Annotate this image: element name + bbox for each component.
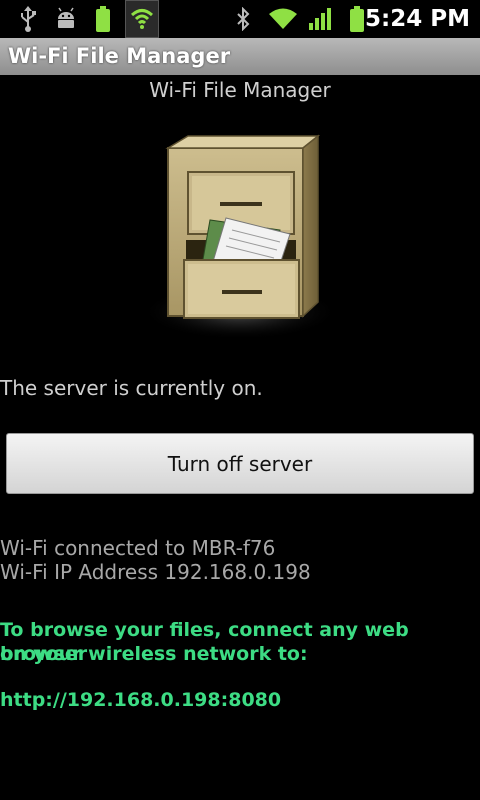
status-time: 5:24 PM xyxy=(365,6,470,32)
battery-icon xyxy=(92,0,114,38)
turn-off-server-button[interactable]: Turn off server xyxy=(6,433,474,494)
server-status-text: The server is currently on. xyxy=(0,376,263,400)
android-debug-icon xyxy=(52,0,80,38)
wifi-signal-icon xyxy=(266,0,300,38)
page-heading: Wi-Fi File Manager xyxy=(149,78,331,102)
usb-icon xyxy=(14,0,42,38)
wifi-connected-text: Wi-Fi connected to MBR-f76 xyxy=(0,536,276,560)
title-bar: Wi-Fi File Manager xyxy=(0,38,480,75)
status-bar: 5:24 PM xyxy=(0,0,480,38)
file-cabinet-icon xyxy=(140,130,340,345)
app-title: Wi-Fi File Manager xyxy=(8,44,231,68)
wifi-shield-icon xyxy=(125,0,159,38)
wifi-ip-text: Wi-Fi IP Address 192.168.0.198 xyxy=(0,560,311,584)
server-url: http://192.168.0.198:8080 xyxy=(0,689,282,711)
bluetooth-icon xyxy=(232,0,254,38)
cell-signal-icon xyxy=(306,0,334,38)
browse-instructions-line2: on your wireless network to: xyxy=(0,643,308,665)
